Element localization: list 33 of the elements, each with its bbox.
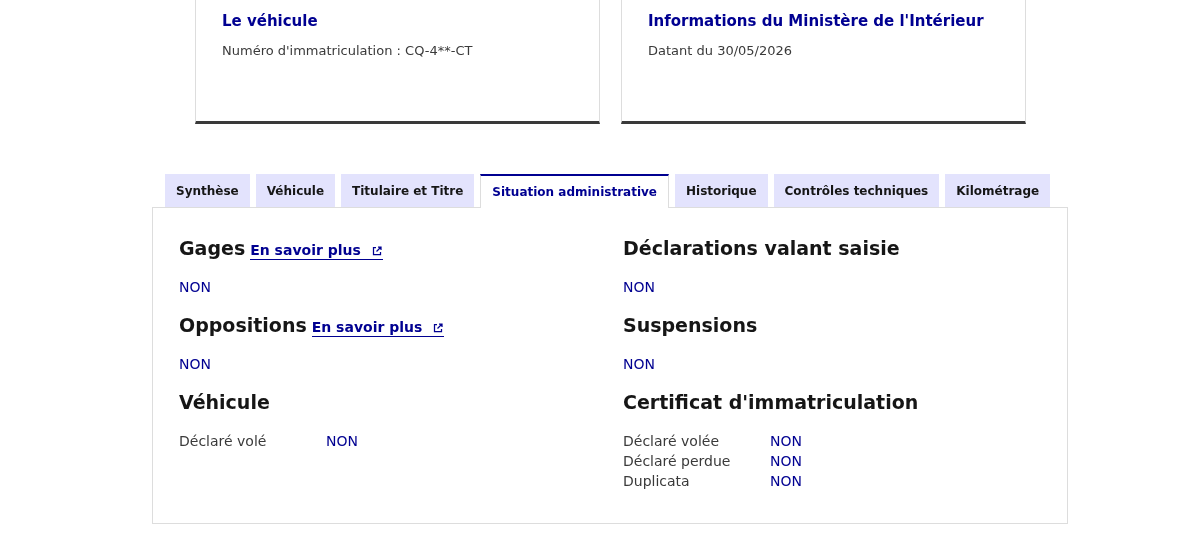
- section-title: Déclarations valant saisie: [623, 236, 900, 261]
- tab[interactable]: Synthèse: [165, 174, 250, 207]
- external-link-icon: [432, 321, 445, 334]
- card-title: Informations du Ministère de l'Intérieur: [648, 11, 985, 32]
- status-value: NON: [623, 354, 656, 374]
- status-value: NON: [770, 431, 802, 451]
- status-value: NON: [179, 277, 212, 297]
- section-title: Certificat d'immatriculation: [623, 390, 919, 415]
- learn-more-link[interactable]: En savoir plus: [311, 319, 445, 337]
- field-label: Duplicata: [623, 471, 691, 491]
- status-value: NON: [179, 354, 212, 374]
- status-value: NON: [770, 471, 802, 491]
- section-title: Véhicule: [179, 390, 270, 415]
- status-value: NON: [623, 277, 656, 297]
- card-text: Datant du 30/05/2026: [648, 41, 794, 60]
- status-value: NON: [326, 431, 358, 451]
- status-value: NON: [770, 451, 802, 471]
- section-title: Oppositions: [179, 313, 307, 338]
- card-text: Numéro d'immatriculation : CQ-4**-CT: [222, 41, 474, 60]
- tab[interactable]: Véhicule: [255, 174, 336, 207]
- card-title: Le véhicule: [222, 11, 319, 32]
- tab[interactable]: Contrôles techniques: [773, 174, 940, 207]
- field-label: Déclaré volée: [623, 431, 721, 451]
- section-title: Gages: [179, 236, 246, 261]
- external-link-icon: [370, 244, 383, 257]
- tab[interactable]: Kilométrage: [945, 174, 1051, 207]
- tab[interactable]: Titulaire et Titre: [341, 174, 475, 207]
- section-title: Suspensions: [623, 313, 758, 338]
- field-label: Déclaré perdue: [623, 451, 732, 471]
- field-label: Déclaré volé: [179, 431, 268, 451]
- tab[interactable]: Historique: [674, 174, 768, 207]
- learn-more-link[interactable]: En savoir plus: [250, 242, 383, 260]
- tab[interactable]: Situation administrative: [480, 174, 669, 208]
